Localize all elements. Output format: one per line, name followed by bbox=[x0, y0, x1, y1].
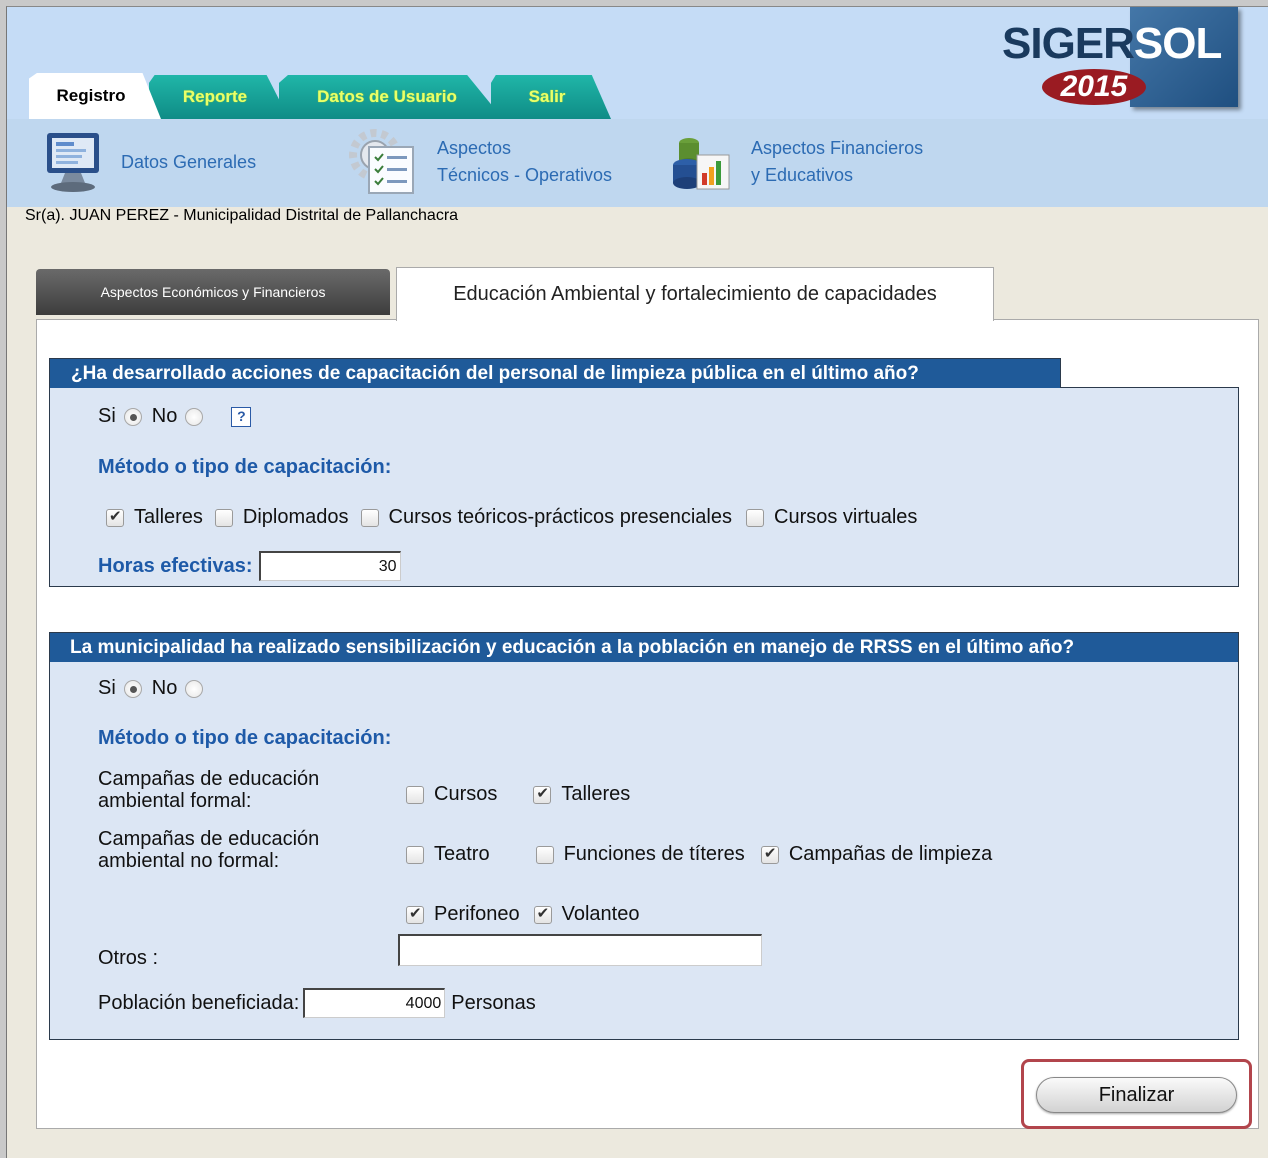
checkbox-campanas-limpieza-label: Campañas de limpieza bbox=[788, 843, 993, 865]
link-aspectos-tecnicos[interactable]: Aspectos Técnicos - Operativos bbox=[343, 129, 612, 195]
radio-no-label: No bbox=[151, 405, 178, 427]
section-capacitacion-title: ¿Ha desarrollado acciones de capacitació… bbox=[49, 358, 1061, 388]
header: SIGERSOL 2015 Registro Reporte Datos de … bbox=[7, 7, 1268, 207]
module-bar: Datos Generales Aspectos Técnicos - Opera… bbox=[7, 119, 1268, 207]
radio2-si[interactable] bbox=[123, 679, 142, 698]
checkbox-teatro-label: Teatro bbox=[434, 843, 490, 865]
checkbox-talleres-formal-label: Talleres bbox=[561, 783, 631, 805]
checkbox-cursos-label: Cursos bbox=[434, 783, 498, 805]
link-aspectos-financieros-line1: Aspectos Financieros bbox=[751, 138, 924, 158]
tab-reporte[interactable]: Reporte bbox=[149, 75, 289, 119]
formal-options: Cursos Talleres bbox=[406, 783, 630, 806]
metodo-label: Método o tipo de capacitación: bbox=[98, 456, 392, 478]
checkbox-diplomados-label: Diplomados bbox=[242, 506, 349, 528]
capacitacion-radio-group: Si No ? bbox=[98, 405, 252, 428]
monitor-icon bbox=[47, 133, 99, 192]
noformal-label-line1: Campañas de educación bbox=[98, 828, 320, 850]
tab-salir[interactable]: Salir bbox=[491, 75, 611, 119]
checkbox-talleres[interactable] bbox=[106, 507, 124, 527]
radio-si[interactable] bbox=[123, 407, 142, 426]
formal-label-line1: Campañas de educación bbox=[98, 768, 320, 790]
noformal-options-row1: Teatro Funciones de títeres Campañas de … bbox=[406, 843, 992, 866]
sensibilizacion-radio-group: Si No bbox=[98, 677, 213, 700]
radio-no[interactable] bbox=[185, 407, 204, 426]
checkbox-teatro[interactable] bbox=[406, 845, 424, 864]
radio2-no-label: No bbox=[151, 677, 178, 699]
finalizar-button[interactable]: Finalizar bbox=[1036, 1077, 1237, 1113]
checkbox-diplomados[interactable] bbox=[214, 508, 233, 527]
link-aspectos-financieros-line2: y Educativos bbox=[751, 165, 854, 185]
main-tabs: Registro Reporte Datos de Usuario Salir bbox=[21, 69, 1261, 119]
checkbox-perifoneo-label: Perifoneo bbox=[434, 903, 520, 925]
tab-content: ¿Ha desarrollado acciones de capacitació… bbox=[36, 319, 1259, 1129]
help-icon[interactable]: ? bbox=[231, 406, 252, 427]
metodo2-label: Método o tipo de capacitación: bbox=[98, 727, 392, 749]
gear-document-icon bbox=[349, 129, 414, 194]
radio2-si-label: Si bbox=[98, 677, 116, 699]
app-window: SIGERSOL 2015 Registro Reporte Datos de … bbox=[6, 6, 1268, 1158]
checkbox-titeres-label: Funciones de títeres bbox=[563, 843, 745, 865]
noformal-options-row2: Perifoneo Volanteo bbox=[406, 903, 639, 926]
link-aspectos-financieros[interactable]: Aspectos Financieros y Educativos bbox=[667, 129, 923, 195]
poblacion-label: Población beneficiada: bbox=[98, 991, 300, 1014]
link-aspectos-tecnicos-line1: Aspectos bbox=[437, 138, 512, 158]
horas-row: Horas efectivas: 30 bbox=[98, 551, 401, 581]
checkbox-cursos-virtuales-label: Cursos virtuales bbox=[774, 506, 918, 528]
noformal-label-line2: ambiental no formal: bbox=[98, 850, 280, 872]
logo-text-dark: SIGER bbox=[1002, 19, 1135, 68]
otros-input[interactable] bbox=[398, 934, 762, 966]
checkbox-cursos[interactable] bbox=[406, 785, 424, 804]
logo-text: SIGERSOL bbox=[1002, 19, 1222, 69]
checkbox-cursos-virtuales[interactable] bbox=[746, 508, 764, 527]
section-sensibilizacion-title: La municipalidad ha realizado sensibiliz… bbox=[49, 632, 1239, 662]
finalizar-highlight: Finalizar bbox=[1021, 1059, 1252, 1129]
tab-educacion-ambiental[interactable]: Educación Ambiental y fortalecimiento de… bbox=[396, 267, 994, 321]
capacitacion-options: Talleres Diplomados Cursos teóricos-prác… bbox=[106, 506, 917, 529]
poblacion-row: Población beneficiada: 4000 Personas bbox=[98, 988, 536, 1018]
radio2-no[interactable] bbox=[185, 679, 204, 698]
noformal-label: Campañas de educación ambiental no forma… bbox=[98, 828, 319, 872]
formal-label-line2: ambiental formal: bbox=[98, 790, 252, 812]
horas-label: Horas efectivas: bbox=[98, 554, 253, 577]
checkbox-campanas-limpieza[interactable] bbox=[760, 844, 779, 864]
checkbox-perifoneo[interactable] bbox=[406, 904, 424, 924]
poblacion-input[interactable]: 4000 bbox=[303, 988, 446, 1018]
tab-aspectos-economicos[interactable]: Aspectos Económicos y Financieros bbox=[36, 269, 390, 315]
section-sensibilizacion: La municipalidad ha realizado sensibiliz… bbox=[49, 632, 1239, 1040]
checkbox-cursos-presenciales-label: Cursos teóricos-prácticos presenciales bbox=[388, 506, 732, 528]
tab-registro[interactable]: Registro bbox=[29, 73, 161, 119]
checkbox-cursos-presenciales[interactable] bbox=[360, 508, 379, 527]
link-datos-generales-label: Datos Generales bbox=[121, 151, 257, 172]
checkbox-volanteo-label: Volanteo bbox=[561, 903, 640, 925]
link-aspectos-tecnicos-line2: Técnicos - Operativos bbox=[437, 165, 613, 185]
chart-database-icon bbox=[673, 138, 730, 190]
link-datos-generales[interactable]: Datos Generales bbox=[43, 129, 256, 195]
checkbox-titeres[interactable] bbox=[535, 845, 554, 864]
horas-input[interactable]: 30 bbox=[258, 551, 401, 581]
tab-datos-usuario[interactable]: Datos de Usuario bbox=[279, 75, 503, 119]
otros-label: Otros : bbox=[98, 947, 159, 969]
radio-si-label: Si bbox=[98, 405, 116, 427]
user-info: Sr(a). JUAN PEREZ - Municipalidad Distri… bbox=[25, 207, 459, 224]
logo-text-light: SOL bbox=[1133, 19, 1222, 68]
link-aspectos-financieros-label: Aspectos Financieros y Educativos bbox=[751, 135, 923, 189]
poblacion-unit: Personas bbox=[451, 991, 536, 1014]
section-capacitacion: ¿Ha desarrollado acciones de capacitació… bbox=[49, 358, 1239, 587]
formal-label: Campañas de educación ambiental formal: bbox=[98, 768, 319, 812]
checkbox-volanteo[interactable] bbox=[533, 904, 552, 924]
checkbox-talleres-label: Talleres bbox=[134, 506, 203, 528]
checkbox-talleres-formal[interactable] bbox=[533, 784, 552, 804]
link-aspectos-tecnicos-label: Aspectos Técnicos - Operativos bbox=[437, 135, 612, 189]
